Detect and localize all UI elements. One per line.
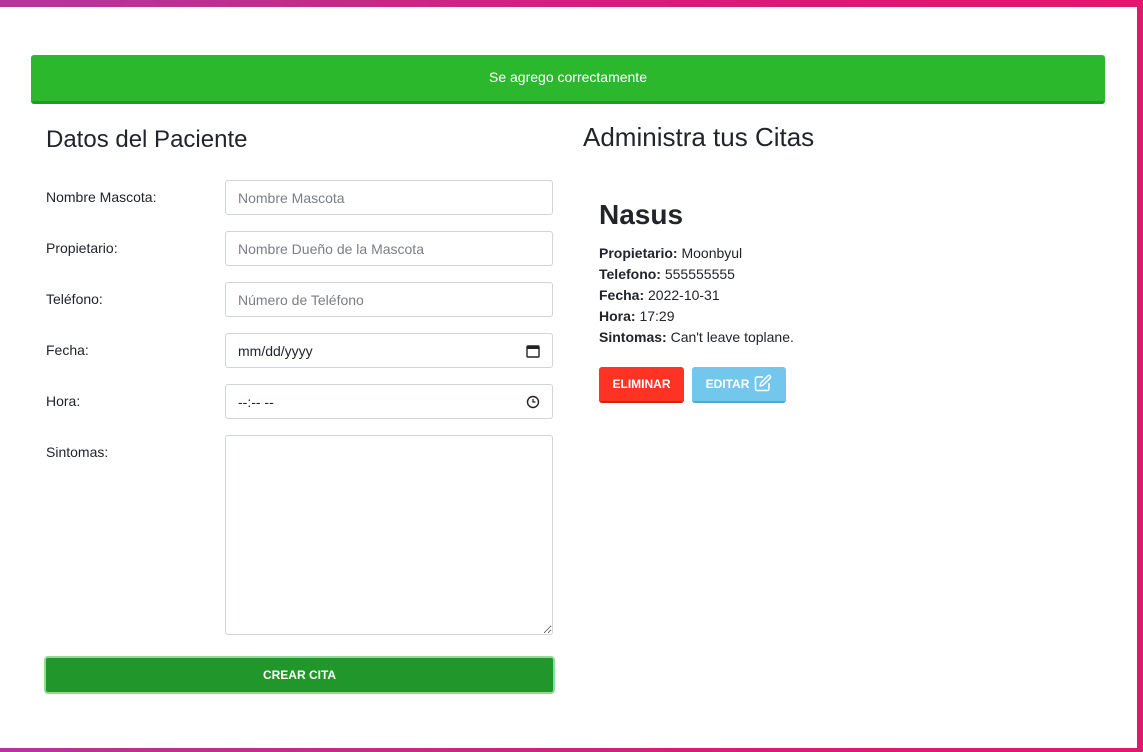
app-frame: Se agrego correctamente Datos del Pacien… <box>0 7 1137 748</box>
fecha-input[interactable]: mm/dd/yyyy <box>225 333 553 368</box>
telefono-value: 555555555 <box>664 266 735 282</box>
mascota-label: Nombre Mascota: <box>46 189 157 205</box>
editar-label: EDITAR <box>705 377 750 391</box>
fecha-display: mm/dd/yyyy <box>238 342 313 359</box>
sintomas-textarea[interactable] <box>225 435 553 635</box>
cita-card: Nasus Propietario: Moonbyul Telefono: 55… <box>599 199 999 403</box>
propietario-input[interactable] <box>225 231 553 266</box>
fecha-key: Fecha: <box>599 287 645 303</box>
hora-value: 17:29 <box>639 308 675 324</box>
edit-icon <box>754 374 772 395</box>
sintomas-key: Sintomas: <box>599 329 667 345</box>
propietario-label: Propietario: <box>46 240 118 256</box>
propietario-key: Propietario: <box>599 245 678 261</box>
telefono-key: Telefono: <box>599 266 661 282</box>
form-title: Datos del Paciente <box>46 126 248 153</box>
cita-telefono: Telefono: 555555555 <box>599 264 999 285</box>
cita-sintomas: Sintomas: Can't leave toplane. <box>599 327 999 348</box>
success-alert: Se agrego correctamente <box>31 55 1105 104</box>
cita-actions: ELIMINAR EDITAR <box>599 367 786 403</box>
fecha-value: 2022-10-31 <box>648 287 720 303</box>
telefono-input[interactable] <box>225 282 553 317</box>
sintomas-label: Sintomas: <box>46 444 109 460</box>
cita-mascota: Nasus <box>599 199 684 230</box>
cita-propietario: Propietario: Moonbyul <box>599 243 999 264</box>
eliminar-button[interactable]: ELIMINAR <box>599 367 684 403</box>
mascota-input[interactable] <box>225 180 553 215</box>
clock-icon[interactable] <box>526 395 540 409</box>
hora-label: Hora: <box>46 393 81 409</box>
editar-button[interactable]: EDITAR <box>692 367 786 403</box>
crear-cita-button[interactable]: Crear Cita <box>44 656 555 694</box>
hora-key: Hora: <box>599 308 636 324</box>
citas-title: Administra tus Citas <box>583 122 815 152</box>
fecha-label: Fecha: <box>46 342 89 358</box>
propietario-value: Moonbyul <box>681 245 743 261</box>
cita-hora: Hora: 17:29 <box>599 306 999 327</box>
calendar-icon[interactable] <box>526 344 540 358</box>
hora-display: --:-- -- <box>238 393 274 410</box>
sintomas-value: Can't leave toplane. <box>670 329 794 345</box>
cita-fecha: Fecha: 2022-10-31 <box>599 285 999 306</box>
hora-input[interactable]: --:-- -- <box>225 384 553 419</box>
telefono-label: Teléfono: <box>46 291 103 307</box>
